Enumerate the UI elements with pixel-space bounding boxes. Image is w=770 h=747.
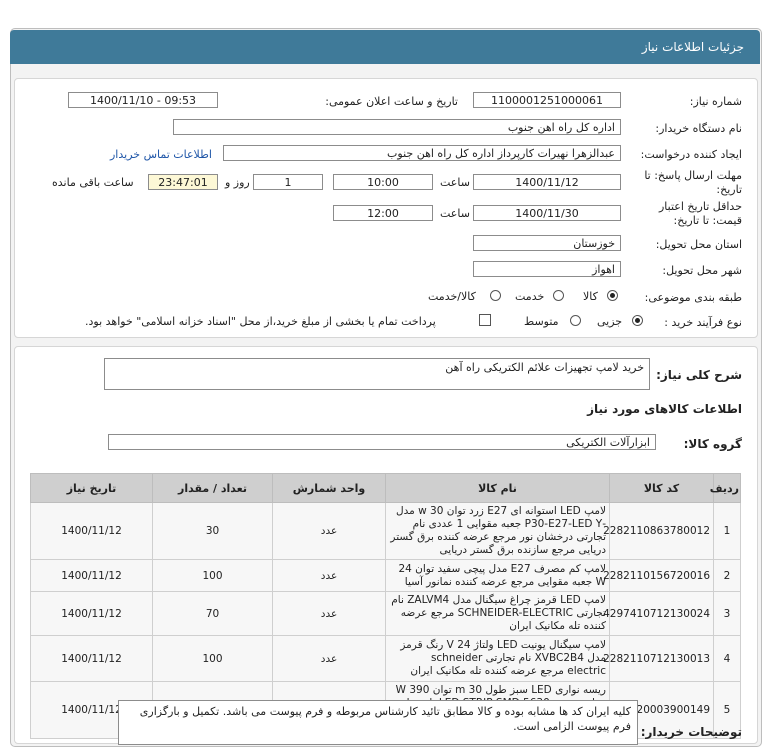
province-label: استان محل تحویل: bbox=[655, 238, 742, 251]
process-minor-label: جزیی bbox=[597, 315, 623, 328]
row-unit: عدد bbox=[272, 559, 386, 592]
summary-field: خرید لامپ تجهیزات علائم الکتریکی راه آهن bbox=[104, 358, 650, 390]
deadline-date-field: 1400/11/12 bbox=[473, 174, 621, 190]
goods-group-field: ابزارآلات الکتریکی bbox=[108, 434, 656, 450]
process-label: نوع فرآیند خرید : bbox=[664, 316, 742, 329]
days-label: روز و bbox=[225, 176, 250, 189]
validity-label-date: قیمت: تا تاریخ: bbox=[673, 214, 742, 227]
buyer-notes-field: کلیه ایران کد ها مشابه بوده و کالا مطابق… bbox=[118, 700, 638, 745]
row-index: 1 bbox=[713, 502, 741, 560]
row-qty: 100 bbox=[152, 559, 273, 592]
row-unit: عدد bbox=[272, 502, 386, 560]
deadline-label-date: تاریخ: bbox=[716, 183, 742, 196]
process-minor-radio[interactable] bbox=[632, 315, 643, 326]
validity-time-label: ساعت bbox=[440, 207, 470, 220]
row-name: لامپ LED استوانه ای E27 زرد توان 30 w مد… bbox=[385, 502, 610, 560]
col-header-name: نام کالا bbox=[385, 473, 610, 503]
announce-field: 1400/11/10 - 09:53 bbox=[68, 92, 218, 108]
col-header-code: کد کالا bbox=[609, 473, 714, 503]
category-both-radio[interactable] bbox=[490, 290, 501, 301]
category-label: طبقه بندی موضوعی: bbox=[644, 291, 742, 304]
need-number-label: شماره نیاز: bbox=[689, 95, 742, 108]
row-qty: 100 bbox=[152, 635, 273, 682]
treasury-payment-checkbox[interactable] bbox=[479, 314, 491, 326]
row-code: 2282110712130013 bbox=[603, 635, 714, 682]
row-unit: عدد bbox=[272, 591, 386, 636]
days-field: 1 bbox=[253, 174, 323, 190]
page-title: جزئیات اطلاعات نیاز bbox=[641, 40, 744, 54]
process-medium-label: متوسط bbox=[524, 315, 559, 328]
row-name: لامپ سیگنال یونیت LED ولتاژ 24 V رنگ قرم… bbox=[385, 635, 610, 682]
city-field: اهواز bbox=[473, 261, 621, 277]
row-date: 1400/11/12 bbox=[30, 559, 153, 592]
deadline-time-field: 10:00 bbox=[333, 174, 433, 190]
table-row: 3 4297410712130024 لامپ LED قرمز چراغ سی… bbox=[30, 591, 741, 636]
row-index: 3 bbox=[713, 591, 741, 636]
row-name: لامپ کم مصرف E27 مدل پیچی سفید توان 24 W… bbox=[385, 559, 610, 592]
row-qty: 30 bbox=[152, 502, 273, 560]
row-index: 2 bbox=[713, 559, 741, 592]
table-row: 4 2282110712130013 لامپ سیگنال یونیت LED… bbox=[30, 635, 741, 682]
table-row: 2 2282110156720016 لامپ کم مصرف E27 مدل … bbox=[30, 559, 741, 592]
col-header-date: تاریخ نیاز bbox=[30, 473, 153, 503]
process-medium-radio[interactable] bbox=[570, 315, 581, 326]
row-unit: عدد bbox=[272, 635, 386, 682]
buyer-org-label: نام دستگاه خریدار: bbox=[655, 122, 742, 135]
creator-field: عبدالزهرا نهیرات کارپرداز اداره کل راه ا… bbox=[223, 145, 621, 161]
row-index: 4 bbox=[713, 635, 741, 682]
row-qty: 70 bbox=[152, 591, 273, 636]
row-date: 1400/11/12 bbox=[30, 502, 153, 560]
row-date: 1400/11/12 bbox=[30, 635, 153, 682]
validity-date-field: 1400/11/30 bbox=[473, 205, 621, 221]
validity-label: حداقل تاریخ اعتبار bbox=[658, 200, 742, 213]
buyer-org-field: اداره کل راه اهن جنوب bbox=[173, 119, 621, 135]
summary-label: شرح کلی نیاز: bbox=[656, 368, 742, 382]
remaining-time-field: 23:47:01 bbox=[148, 174, 218, 190]
category-service-radio[interactable] bbox=[553, 290, 564, 301]
category-both-label: کالا/خدمت bbox=[428, 290, 476, 303]
row-code: 2282110863780012 bbox=[603, 502, 714, 560]
city-label: شهر محل تحویل: bbox=[662, 264, 742, 277]
category-service-label: خدمت bbox=[515, 290, 545, 303]
province-field: خوزستان bbox=[473, 235, 621, 251]
deadline-label: مهلت ارسال پاسخ: تا bbox=[644, 169, 742, 182]
goods-info-title: اطلاعات کالاهای مورد نیاز bbox=[587, 402, 742, 416]
table-header-row: ردیف کد کالا نام کالا واحد شمارش تعداد /… bbox=[30, 473, 741, 503]
goods-group-label: گروه کالا: bbox=[683, 437, 742, 451]
table-row: 1 2282110863780012 لامپ LED استوانه ای E… bbox=[30, 502, 741, 560]
col-header-index: ردیف bbox=[710, 473, 741, 503]
category-goods-radio[interactable] bbox=[607, 290, 618, 301]
category-goods-label: کالا bbox=[583, 290, 598, 303]
row-date: 1400/11/12 bbox=[30, 591, 153, 636]
col-header-unit: واحد شمارش bbox=[272, 473, 386, 503]
buyer-contact-link[interactable]: اطلاعات تماس خریدار bbox=[110, 148, 212, 161]
treasury-payment-note: پرداخت تمام یا بخشی از مبلغ خرید،از محل … bbox=[85, 315, 436, 328]
row-code: 4297410712130024 bbox=[603, 591, 714, 636]
buyer-notes-label: توضیحات خریدار: bbox=[640, 725, 742, 739]
col-header-qty: تعداد / مقدار bbox=[152, 473, 273, 503]
remaining-label: ساعت باقی مانده bbox=[52, 176, 134, 189]
deadline-time-label: ساعت bbox=[440, 176, 470, 189]
need-number-field: 1100001251000061 bbox=[473, 92, 621, 108]
row-code: 2282110156720016 bbox=[603, 559, 714, 592]
row-name: لامپ LED قرمز چراغ سیگنال مدل ZALVM4 نام… bbox=[385, 591, 610, 636]
creator-label: ایجاد کننده درخواست: bbox=[640, 148, 742, 161]
validity-time-field: 12:00 bbox=[333, 205, 433, 221]
announce-label: تاریخ و ساعت اعلان عمومی: bbox=[325, 95, 458, 108]
page-header: جزئیات اطلاعات نیاز bbox=[10, 30, 760, 64]
